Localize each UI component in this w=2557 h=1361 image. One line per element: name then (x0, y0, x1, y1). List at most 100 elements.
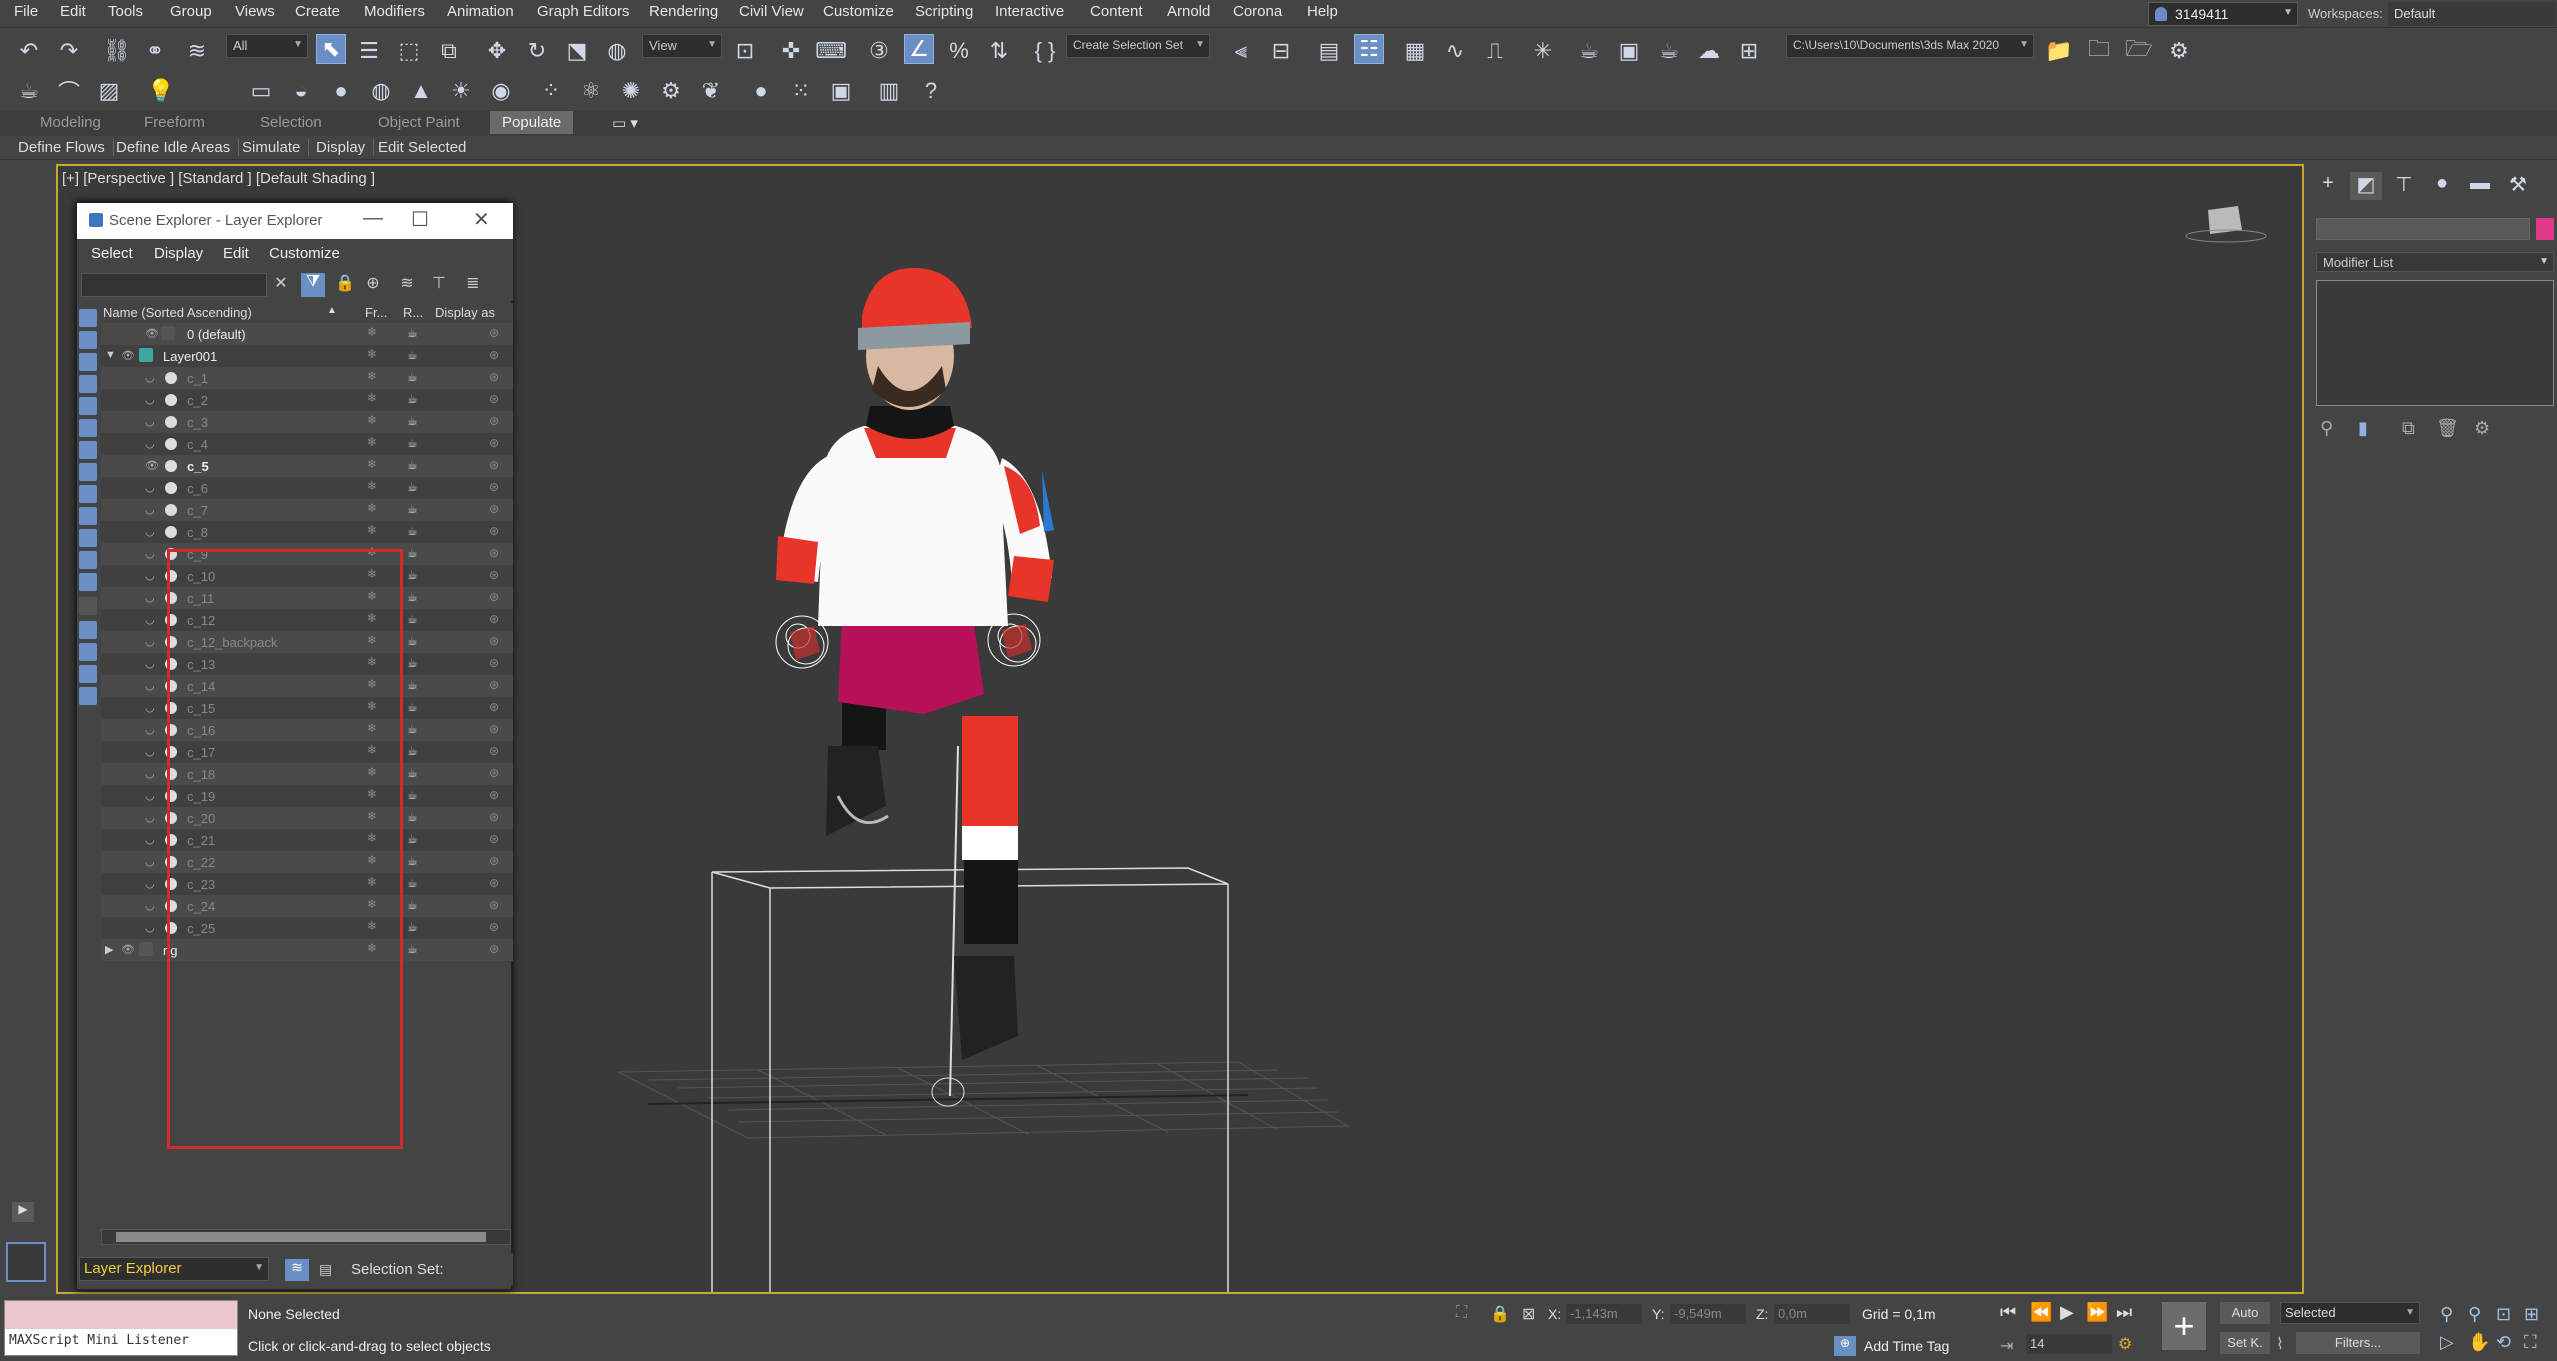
curve-editor-icon[interactable]: ∿ (1440, 36, 1470, 66)
render-teapot-icon[interactable]: ☕ (407, 920, 418, 934)
render-teapot-icon[interactable]: ☕ (407, 656, 418, 670)
visibility-eye-icon[interactable]: ◡ (145, 921, 155, 934)
menu-animation[interactable]: Animation (447, 3, 514, 20)
go-to-end-icon[interactable]: ⏭ (2116, 1302, 2132, 1323)
render-teapot-icon[interactable]: ☕ (407, 832, 418, 846)
schematic-view-icon[interactable]: ⎍ (1480, 36, 1510, 66)
redo-icon[interactable]: ↷ (54, 36, 84, 66)
visibility-eye-icon[interactable]: ◡ (145, 899, 155, 912)
visibility-eye-icon[interactable]: ◡ (145, 657, 155, 670)
render-teapot-icon[interactable]: ☕ (407, 744, 418, 758)
list-item[interactable]: ◡ c_1 ❄ ☕ ⊛ (101, 367, 513, 389)
display-space-warps-icon[interactable] (79, 441, 97, 459)
freeze-toggle-icon[interactable]: ❄ (367, 501, 377, 515)
list-item[interactable]: ▼ 👁 Layer001 ❄ ☕ ⊛ (101, 345, 513, 367)
visibility-eye-icon[interactable]: 👁 (121, 943, 135, 956)
selection-lock-icon[interactable]: 🔒 (1490, 1304, 1510, 1324)
menu-views[interactable]: Views (235, 3, 275, 20)
disk-icon[interactable]: ◉ (486, 76, 516, 106)
key-mode-icon[interactable]: ⇥ (2000, 1336, 2013, 1356)
display-tab-icon[interactable]: ▬ (2464, 172, 2496, 200)
move-icon[interactable]: ✥ (482, 36, 512, 66)
menu-graph-editors[interactable]: Graph Editors (537, 3, 630, 20)
rendered-frame-window-icon[interactable]: ▣ (1614, 36, 1644, 66)
hemisphere-icon[interactable]: ◒ (286, 76, 316, 106)
render-teapot-icon[interactable]: ☕ (407, 370, 418, 384)
place-icon[interactable]: ◍ (602, 36, 632, 66)
display-shapes-icon[interactable] (79, 353, 97, 371)
render-teapot-icon[interactable]: ☕ (407, 480, 418, 494)
link-icon[interactable]: ⛓ (102, 36, 132, 66)
visibility-eye-icon[interactable]: ◡ (145, 371, 155, 384)
box-toggle-icon[interactable]: ⊛ (489, 326, 499, 340)
simulate-button[interactable]: Simulate (242, 139, 310, 156)
current-frame-field[interactable]: 14 (2026, 1334, 2112, 1354)
isolate-selection-icon[interactable]: ⛶ (1456, 1304, 1467, 1322)
freeze-toggle-icon[interactable]: ❄ (367, 457, 377, 471)
tab-freeform[interactable]: Freeform (144, 114, 205, 131)
new-layer-icon[interactable]: ≋ (395, 273, 419, 297)
material-sphere-icon[interactable]: ● (746, 76, 776, 106)
box-toggle-icon[interactable]: ⊛ (489, 568, 499, 582)
scale-icon[interactable]: ⬔ (562, 36, 592, 66)
box-toggle-icon[interactable]: ⊛ (489, 722, 499, 736)
expand-triangle-icon[interactable]: ▼ (105, 349, 116, 361)
list-item[interactable]: ◡ c_7 ❄ ☕ ⊛ (101, 499, 513, 521)
visibility-eye-icon[interactable]: 👁 (121, 349, 135, 362)
material-grid-icon[interactable]: ⁙ (786, 76, 816, 106)
define-flows-button[interactable]: Define Flows (18, 139, 114, 156)
maximize-icon[interactable]: ☐ (411, 207, 429, 232)
layer-mode-icon[interactable]: ≋ (285, 1259, 309, 1281)
project-folder-dropdown[interactable]: C:\Users\10\Documents\3ds Max 2020 ▼ (1786, 34, 2034, 58)
align-icon[interactable]: ⊟ (1266, 36, 1296, 66)
box-toggle-icon[interactable]: ⊛ (489, 854, 499, 868)
add-time-tag[interactable]: Add Time Tag (1864, 1338, 1949, 1354)
box-toggle-icon[interactable]: ⊛ (489, 436, 499, 450)
render-teapot-icon[interactable]: ☕ (407, 348, 418, 362)
render-teapot-icon[interactable]: ☕ (407, 458, 418, 472)
render-teapot-icon[interactable]: ☕ (407, 436, 418, 450)
visibility-eye-icon[interactable]: ◡ (145, 789, 155, 802)
display-button[interactable]: Display (316, 139, 375, 156)
display-bones-icon[interactable] (79, 507, 97, 525)
box-toggle-icon[interactable]: ⊛ (489, 810, 499, 824)
explorer-menu-display[interactable]: Display (154, 245, 203, 262)
gear-icon[interactable]: ⚙ (656, 76, 686, 106)
explorer-search-input[interactable] (81, 273, 267, 297)
visibility-eye-icon[interactable]: ◡ (145, 569, 155, 582)
open-project-icon[interactable]: 🗀 (2084, 36, 2114, 66)
display-lights-icon[interactable] (79, 375, 97, 393)
render-teapot-icon[interactable]: ☕ (407, 810, 418, 824)
go-to-start-icon[interactable]: ⏮ (2000, 1302, 2016, 1323)
box-toggle-icon[interactable]: ⊛ (489, 546, 499, 560)
box-toggle-icon[interactable]: ⊛ (489, 832, 499, 846)
display-children-icon[interactable] (79, 621, 97, 639)
object-color-swatch[interactable] (2536, 218, 2554, 240)
layers-icon[interactable]: ▥ (874, 76, 904, 106)
absolute-mode-icon[interactable]: ⊠ (1522, 1304, 1535, 1324)
render-teapot-icon[interactable]: ☕ (407, 678, 418, 692)
box-toggle-icon[interactable]: ⊛ (489, 678, 499, 692)
menu-modifiers[interactable]: Modifiers (364, 3, 425, 20)
pivot-center-icon[interactable]: ⊡ (730, 36, 760, 66)
shape-icon[interactable]: ⌒ (54, 76, 84, 106)
zoom-all-icon[interactable]: ⚲ (2468, 1304, 2481, 1325)
display-none-icon[interactable] (79, 597, 97, 615)
sparkle-icon[interactable]: ✺ (616, 76, 646, 106)
display-helpers-icon[interactable] (79, 419, 97, 437)
auto-key-button[interactable]: Auto (2220, 1302, 2270, 1324)
cone-icon[interactable]: ▲ (406, 76, 436, 106)
display-groups-icon[interactable] (79, 463, 97, 481)
particle-icon[interactable]: ⁘ (536, 76, 566, 106)
minimize-icon[interactable]: — (363, 207, 383, 230)
listener-output[interactable] (5, 1301, 237, 1329)
unlink-icon[interactable]: ⚭ (140, 36, 170, 66)
sun-icon[interactable]: ☀ (446, 76, 476, 106)
filter-selected-icon[interactable] (79, 665, 97, 683)
visibility-eye-icon[interactable]: 👁 (145, 327, 159, 340)
material-editor-icon[interactable]: ✳ (1528, 36, 1558, 66)
box-toggle-icon[interactable]: ⊛ (489, 656, 499, 670)
visibility-eye-icon[interactable]: ◡ (145, 745, 155, 758)
key-tangent-icon[interactable]: ⌇ (2276, 1334, 2284, 1354)
menu-edit[interactable]: Edit (60, 3, 86, 20)
